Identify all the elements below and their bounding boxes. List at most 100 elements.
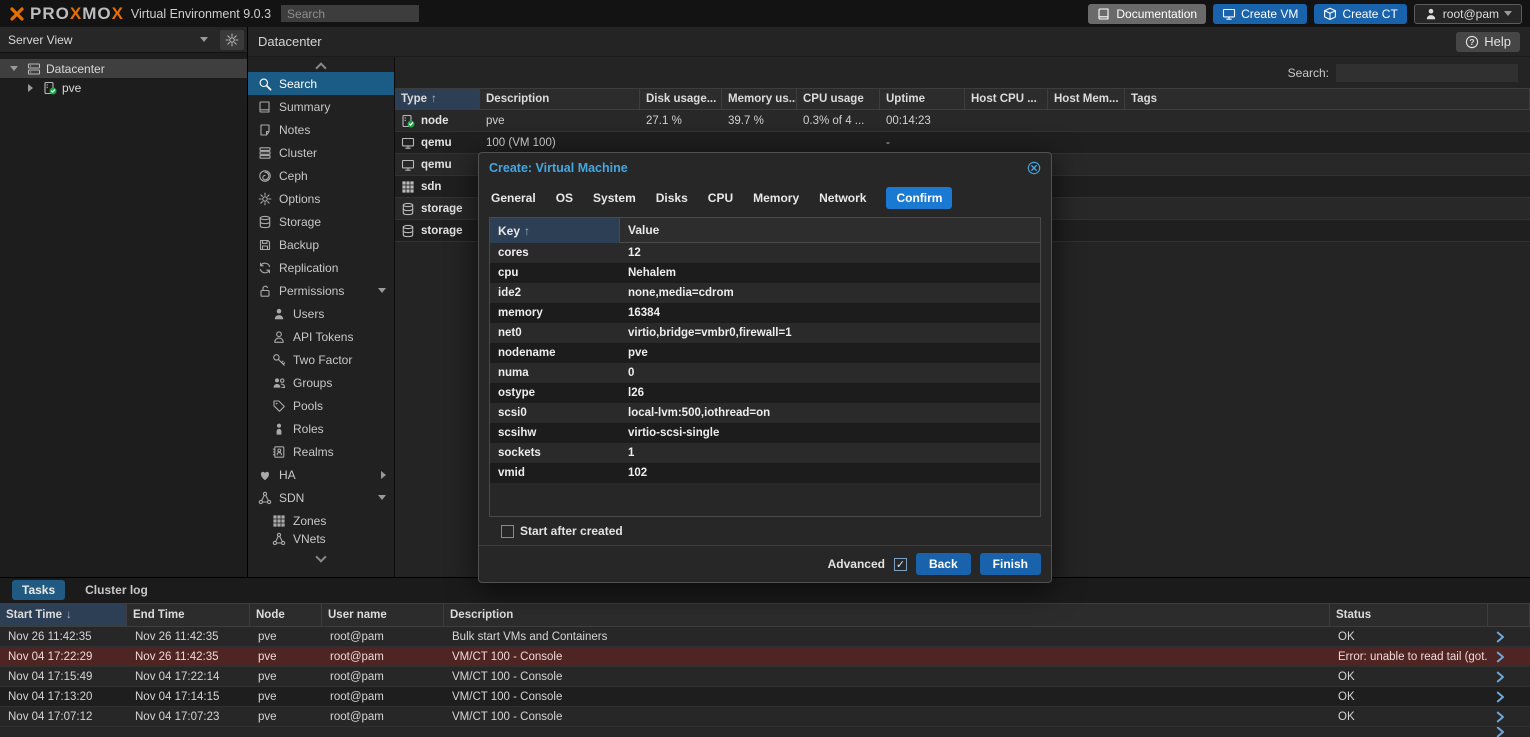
documentation-button[interactable]: Documentation <box>1088 4 1206 24</box>
sidebar-item-realms[interactable]: Realms <box>248 440 394 463</box>
value-column-header[interactable]: Value <box>620 218 1040 243</box>
tab-os[interactable]: OS <box>556 191 573 205</box>
expander-chevron-right-icon[interactable] <box>28 84 33 92</box>
menu-scroll-up[interactable] <box>248 60 394 72</box>
create-vm-button[interactable]: Create VM <box>1213 4 1307 24</box>
finish-button[interactable]: Finish <box>980 553 1041 575</box>
create-vm-dialog: Create: Virtual Machine General OS Syste… <box>478 152 1052 583</box>
create-ct-button[interactable]: Create CT <box>1314 4 1406 24</box>
column-header-user-name[interactable]: User name <box>322 604 444 626</box>
tab-disks[interactable]: Disks <box>656 191 688 205</box>
sidebar-item-cluster[interactable]: Cluster <box>248 141 394 164</box>
kv-row-net0[interactable]: net0 virtio,bridge=vmbr0,firewall=1 <box>490 323 1040 343</box>
kv-row-sockets[interactable]: sockets 1 <box>490 443 1040 463</box>
sidebar-item-users[interactable]: Users <box>248 302 394 325</box>
kv-row-scsihw[interactable]: scsihw virtio-scsi-single <box>490 423 1040 443</box>
sidebar-item-zones[interactable]: Zones <box>248 509 394 532</box>
view-selector-dropdown[interactable]: Server View <box>8 30 216 50</box>
sidebar-item-options[interactable]: Options <box>248 187 394 210</box>
help-button[interactable]: ? Help <box>1456 32 1520 52</box>
resource-row[interactable]: node pve27.1 %39.7 %0.3% of 4 ...00:14:2… <box>395 110 1530 132</box>
tab-tasks[interactable]: Tasks <box>12 580 65 600</box>
kv-row-ostype[interactable]: ostype l26 <box>490 383 1040 403</box>
resource-search-input[interactable] <box>1336 64 1518 82</box>
sidebar-item-two-factor[interactable]: Two Factor <box>248 348 394 371</box>
tree-node-pve[interactable]: pve <box>0 78 247 97</box>
sidebar-item-permissions[interactable]: Permissions <box>248 279 394 302</box>
chevron-right-icon[interactable] <box>1493 630 1507 644</box>
sidebar-item-search[interactable]: Search <box>248 72 394 95</box>
kv-rows: cores 12 cpu Nehalem ide2 none,media=cdr… <box>490 243 1040 483</box>
task-user: root@pam <box>322 647 444 666</box>
sidebar-item-roles[interactable]: Roles <box>248 417 394 440</box>
task-row[interactable]: Nov 04 17:22:29 Nov 26 11:42:35 pve root… <box>0 647 1530 667</box>
tab-system[interactable]: System <box>593 191 636 205</box>
kv-row-cpu[interactable]: cpu Nehalem <box>490 263 1040 283</box>
sidebar-item-vnets[interactable]: VNets <box>248 532 394 546</box>
chevron-right-icon[interactable] <box>1493 710 1507 724</box>
tab-confirm[interactable]: Confirm <box>886 187 952 209</box>
sidebar-item-groups[interactable]: Groups <box>248 371 394 394</box>
sidebar-item-summary[interactable]: Summary <box>248 95 394 118</box>
column-header-type[interactable]: Type ↑ <box>395 89 480 109</box>
chevron-right-icon[interactable] <box>1493 690 1507 704</box>
column-header-description[interactable]: Description <box>444 604 1330 626</box>
back-button[interactable]: Back <box>916 553 971 575</box>
column-header-description[interactable]: Description <box>480 89 640 109</box>
key-column-header[interactable]: Key ↑ <box>490 218 620 243</box>
tab-memory[interactable]: Memory <box>753 191 799 205</box>
tree-node-datacenter[interactable]: Datacenter <box>0 59 247 78</box>
task-row[interactable]: Nov 04 17:15:49 Nov 04 17:22:14 pve root… <box>0 667 1530 687</box>
expander-chevron-down-icon[interactable] <box>10 66 18 71</box>
task-row[interactable]: Nov 04 17:07:12 Nov 04 17:07:23 pve root… <box>0 707 1530 727</box>
column-header-host-cpu[interactable]: Host CPU ... <box>965 89 1048 109</box>
global-search-input[interactable] <box>281 5 419 22</box>
tab-cpu[interactable]: CPU <box>708 191 733 205</box>
resource-cell <box>1048 176 1125 197</box>
close-icon[interactable] <box>1027 161 1041 175</box>
tree-settings-button[interactable] <box>220 30 244 50</box>
gear-icon <box>258 192 272 206</box>
sidebar-item-replication[interactable]: Replication <box>248 256 394 279</box>
sidebar-item-ha[interactable]: HA <box>248 463 394 486</box>
sidebar-item-ceph[interactable]: Ceph <box>248 164 394 187</box>
column-header-start-time[interactable]: Start Time ↓ <box>0 604 127 626</box>
column-label: End Time <box>133 609 185 621</box>
sidebar-item-sdn[interactable]: SDN <box>248 486 394 509</box>
sidebar-item-api-tokens[interactable]: API Tokens <box>248 325 394 348</box>
tab-cluster-log[interactable]: Cluster log <box>75 580 158 600</box>
menu-scroll-down[interactable] <box>248 553 394 565</box>
sidebar-item-backup[interactable]: Backup <box>248 233 394 256</box>
column-header-disk-usage[interactable]: Disk usage... <box>640 89 722 109</box>
start-after-created-checkbox[interactable] <box>501 525 514 538</box>
kv-row-vmid[interactable]: vmid 102 <box>490 463 1040 483</box>
column-header-host-mem[interactable]: Host Mem... <box>1048 89 1125 109</box>
sidebar-item-pools[interactable]: Pools <box>248 394 394 417</box>
sidebar-item-storage[interactable]: Storage <box>248 210 394 233</box>
chevron-right-icon[interactable] <box>1493 650 1507 664</box>
column-header-status[interactable]: Status <box>1330 604 1488 626</box>
sidebar-item-notes[interactable]: Notes <box>248 118 394 141</box>
tab-network[interactable]: Network <box>819 191 866 205</box>
column-header-cpu-usage[interactable]: CPU usage <box>797 89 880 109</box>
user-menu-button[interactable]: root@pam <box>1414 4 1522 24</box>
task-row-partial[interactable] <box>0 727 1530 737</box>
kv-row-ide2[interactable]: ide2 none,media=cdrom <box>490 283 1040 303</box>
kv-row-scsi0[interactable]: scsi0 local-lvm:500,iothread=on <box>490 403 1040 423</box>
column-header-tags[interactable]: Tags <box>1125 89 1530 109</box>
chevron-right-icon[interactable] <box>1493 670 1507 684</box>
resource-row[interactable]: qemu 100 (VM 100)- <box>395 132 1530 154</box>
kv-row-numa[interactable]: numa 0 <box>490 363 1040 383</box>
column-header-uptime[interactable]: Uptime <box>880 89 965 109</box>
column-header-memory-us[interactable]: Memory us... <box>722 89 797 109</box>
kv-row-nodename[interactable]: nodename pve <box>490 343 1040 363</box>
column-header-node[interactable]: Node <box>250 604 322 626</box>
advanced-checkbox[interactable] <box>894 558 907 571</box>
task-row[interactable]: Nov 04 17:13:20 Nov 04 17:14:15 pve root… <box>0 687 1530 707</box>
kv-row-memory[interactable]: memory 16384 <box>490 303 1040 323</box>
kv-row-cores[interactable]: cores 12 <box>490 243 1040 263</box>
task-row[interactable]: Nov 26 11:42:35 Nov 26 11:42:35 pve root… <box>0 627 1530 647</box>
tab-general[interactable]: General <box>491 191 536 205</box>
node-icon <box>43 81 57 95</box>
column-header-end-time[interactable]: End Time <box>127 604 250 626</box>
